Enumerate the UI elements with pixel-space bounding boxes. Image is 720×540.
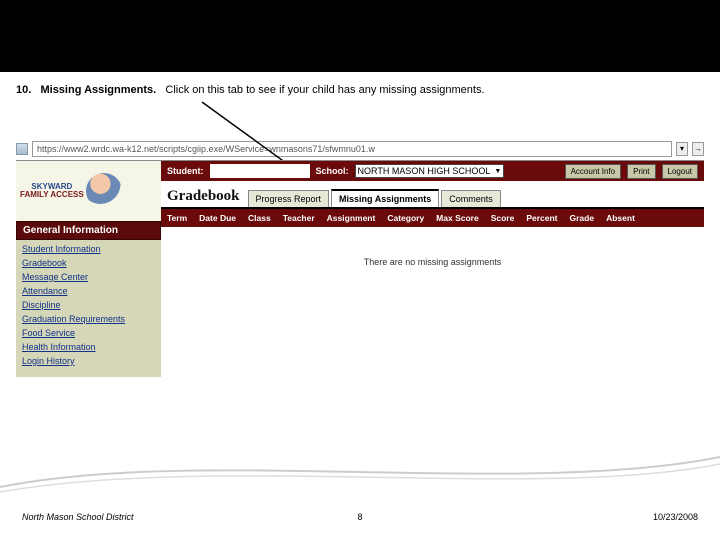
logo-sub: FAMILY ACCESS bbox=[20, 191, 84, 199]
sidebar-nav: Student Information Gradebook Message Ce… bbox=[16, 240, 161, 376]
sidebar-header: General Information bbox=[16, 221, 161, 240]
sidebar-item-student-information[interactable]: Student Information bbox=[22, 242, 155, 256]
logout-button[interactable]: Logout bbox=[662, 164, 698, 179]
col-max-score: Max Score bbox=[430, 213, 485, 223]
tab-comments[interactable]: Comments bbox=[441, 190, 501, 207]
sidebar-item-gradebook[interactable]: Gradebook bbox=[22, 256, 155, 270]
tab-progress-report[interactable]: Progress Report bbox=[248, 190, 330, 207]
gradebook-tab-row: Gradebook Progress Report Missing Assign… bbox=[161, 181, 704, 209]
instruction-line: 10. Missing Assignments. Click on this t… bbox=[0, 72, 720, 100]
browser-address-row: https://www2.wrdc.wa-k12.net/scripts/cgi… bbox=[16, 140, 704, 158]
url-dropdown-icon[interactable]: ▾ bbox=[676, 142, 688, 156]
col-date-due: Date Due bbox=[193, 213, 242, 223]
print-button[interactable]: Print bbox=[627, 164, 655, 179]
page-icon bbox=[16, 143, 28, 155]
sidebar: SKYWARD FAMILY ACCESS General Informatio… bbox=[16, 161, 161, 377]
col-absent: Absent bbox=[600, 213, 641, 223]
col-score: Score bbox=[485, 213, 521, 223]
url-field[interactable]: https://www2.wrdc.wa-k12.net/scripts/cgi… bbox=[32, 141, 672, 157]
sidebar-item-graduation-requirements[interactable]: Graduation Requirements bbox=[22, 312, 155, 326]
sidebar-item-login-history[interactable]: Login History bbox=[22, 354, 155, 368]
student-select[interactable] bbox=[210, 164, 310, 178]
app-frame: SKYWARD FAMILY ACCESS General Informatio… bbox=[16, 160, 704, 377]
content-area: There are no missing assignments bbox=[161, 227, 704, 377]
col-grade: Grade bbox=[564, 213, 601, 223]
footer-date: 10/23/2008 bbox=[653, 512, 698, 522]
account-info-button[interactable]: Account Info bbox=[565, 164, 621, 179]
main-panel: Student: School: NORTH MASON HIGH SCHOOL… bbox=[161, 161, 704, 377]
logo-box: SKYWARD FAMILY ACCESS bbox=[16, 161, 161, 221]
sidebar-item-discipline[interactable]: Discipline bbox=[22, 298, 155, 312]
family-icon bbox=[86, 173, 122, 209]
col-assignment: Assignment bbox=[321, 213, 382, 223]
instruction-number: 10. bbox=[16, 84, 31, 96]
sidebar-item-health-information[interactable]: Health Information bbox=[22, 340, 155, 354]
column-header-row: Term Date Due Class Teacher Assignment C… bbox=[161, 209, 704, 227]
sidebar-item-food-service[interactable]: Food Service bbox=[22, 326, 155, 340]
school-select[interactable]: NORTH MASON HIGH SCHOOL bbox=[355, 164, 505, 178]
col-teacher: Teacher bbox=[277, 213, 321, 223]
student-label: Student: bbox=[167, 166, 204, 176]
instruction-title: Missing Assignments. bbox=[40, 84, 156, 96]
top-header-bar: Student: School: NORTH MASON HIGH SCHOOL… bbox=[161, 161, 704, 181]
gradebook-title: Gradebook bbox=[167, 188, 248, 207]
school-value: NORTH MASON HIGH SCHOOL bbox=[358, 166, 491, 176]
slide-top-bar bbox=[0, 0, 720, 72]
col-percent: Percent bbox=[520, 213, 563, 223]
sidebar-item-message-center[interactable]: Message Center bbox=[22, 270, 155, 284]
col-class: Class bbox=[242, 213, 277, 223]
col-term: Term bbox=[161, 213, 193, 223]
col-category: Category bbox=[381, 213, 430, 223]
empty-message: There are no missing assignments bbox=[364, 257, 502, 267]
slide-footer: North Mason School District 8 10/23/2008 bbox=[0, 512, 720, 522]
tab-missing-assignments[interactable]: Missing Assignments bbox=[331, 189, 439, 207]
sidebar-item-attendance[interactable]: Attendance bbox=[22, 284, 155, 298]
go-button[interactable]: → bbox=[692, 142, 704, 156]
footer-left: North Mason School District bbox=[22, 512, 134, 522]
instruction-body: Click on this tab to see if your child h… bbox=[165, 84, 484, 96]
decorative-swoosh bbox=[0, 442, 720, 502]
footer-page-number: 8 bbox=[357, 512, 362, 522]
school-label: School: bbox=[316, 166, 349, 176]
